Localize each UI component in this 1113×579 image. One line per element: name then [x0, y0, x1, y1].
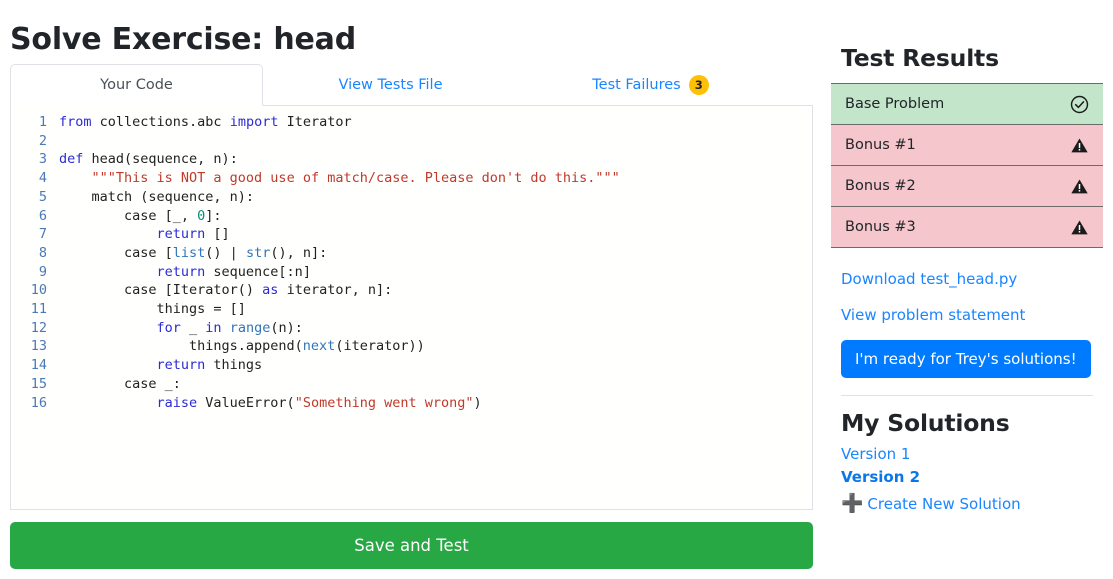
tab-test-failures-label: Test Failures — [592, 76, 681, 93]
code-row: 3 def head(sequence, n): — [11, 150, 812, 169]
code-line: case [list() | str(), n]: — [124, 244, 328, 261]
test-result-row-bonus-2[interactable]: Bonus #2 — [831, 165, 1103, 207]
line-number: 3 — [38, 151, 47, 168]
tab-your-code-label: Your Code — [100, 77, 173, 93]
warning-triangle-icon — [1070, 136, 1089, 155]
code-line: return [] — [156, 226, 230, 243]
results-column: Test Results Base Problem Bonus #1 Bonus… — [831, 44, 1103, 513]
code-line: case [Iterator() as iterator, n]: — [124, 282, 393, 299]
warning-triangle-icon — [1070, 177, 1089, 196]
plus-icon: ➕ — [841, 493, 864, 514]
line-number: 1 — [38, 114, 47, 130]
test-failures-badge: 3 — [688, 74, 709, 95]
line-number: 9 — [38, 263, 47, 280]
code-row: 10 case [Iterator() as iterator, n]: — [11, 281, 812, 300]
code-line: from collections.abc import Iterator — [59, 114, 352, 130]
code-row: 13 things.append(next(iterator)) — [11, 337, 812, 356]
code-line: match (sequence, n): — [91, 188, 255, 205]
trey-solutions-button[interactable]: I'm ready for Trey's solutions! — [841, 340, 1091, 378]
code-line: things = [] — [156, 301, 246, 318]
test-results-heading: Test Results — [841, 44, 999, 72]
code-line: return sequence[:n] — [156, 263, 311, 280]
create-new-solution-link[interactable]: ➕ Create New Solution — [841, 493, 1103, 514]
code-row: 6 case [_, 0]: — [11, 207, 812, 226]
code-line — [57, 132, 812, 151]
code-row: 14 return things — [11, 356, 812, 375]
tab-bar: Your Code View Tests File Test Failures … — [10, 64, 813, 106]
code-line: for _ in range(n): — [156, 319, 303, 336]
line-number: 11 — [30, 301, 47, 318]
line-number: 14 — [30, 357, 47, 374]
code-row: 8 case [list() | str(), n]: — [11, 244, 812, 263]
line-number: 13 — [30, 338, 47, 355]
test-result-label: Base Problem — [845, 96, 945, 112]
line-number: 8 — [38, 244, 47, 261]
code-row: 5 match (sequence, n): — [11, 188, 812, 207]
code-row: 9 return sequence[:n] — [11, 263, 812, 282]
code-row: 4 """This is NOT a good use of match/case… — [11, 169, 812, 188]
tab-view-tests-file[interactable]: View Tests File — [263, 64, 518, 105]
line-number: 12 — [30, 319, 47, 336]
code-editor[interactable]: 1 from collections.abc import Iterator 2 … — [10, 106, 813, 510]
test-result-label: Bonus #2 — [845, 178, 916, 194]
solution-version-2-link[interactable]: Version 2 — [841, 468, 1103, 486]
solve-exercise-page: Solve Exercise: head Your Code View Test… — [0, 0, 1113, 579]
tab-your-code[interactable]: Your Code — [10, 64, 263, 106]
line-number: 6 — [38, 207, 47, 224]
my-solutions-heading: My Solutions — [841, 409, 1010, 437]
code-row: 7 return [] — [11, 225, 812, 244]
code-row: 15 case _: — [11, 375, 812, 394]
test-result-label: Bonus #3 — [845, 219, 916, 235]
code-table: 1 from collections.abc import Iterator 2 … — [11, 113, 812, 412]
line-number: 7 — [38, 226, 47, 243]
check-circle-icon — [1070, 95, 1089, 114]
create-new-solution-label: Create New Solution — [867, 495, 1021, 513]
code-row: 11 things = [] — [11, 300, 812, 319]
code-row: 1 from collections.abc import Iterator — [11, 113, 812, 132]
line-number: 5 — [38, 188, 47, 205]
test-result-label: Bonus #1 — [845, 137, 916, 153]
test-results-list: Base Problem Bonus #1 Bonus #2 Bonus #3 — [831, 83, 1103, 248]
code-line: things.append(next(iterator)) — [189, 338, 425, 355]
code-row: 16 raise ValueError("Something went wrong… — [11, 394, 812, 413]
download-test-file-link[interactable]: Download test_head.py — [841, 270, 1103, 288]
line-number: 4 — [38, 170, 47, 187]
line-number: 16 — [30, 394, 47, 411]
line-number: 10 — [30, 282, 47, 299]
tab-view-tests-file-label: View Tests File — [338, 76, 443, 93]
warning-triangle-icon — [1070, 218, 1089, 237]
solution-version-1-link[interactable]: Version 1 — [841, 445, 1103, 463]
section-divider — [841, 395, 1093, 396]
code-line: case _: — [124, 375, 181, 392]
code-row: 2 — [11, 132, 812, 151]
code-line: case [_, 0]: — [124, 207, 222, 224]
code-line: raise ValueError("Something went wrong") — [156, 394, 482, 411]
tab-test-failures[interactable]: Test Failures 3 — [518, 64, 783, 105]
code-row: 12 for _ in range(n): — [11, 319, 812, 338]
save-and-test-button[interactable]: Save and Test — [10, 522, 813, 569]
code-line: def head(sequence, n): — [59, 151, 238, 168]
view-problem-statement-link[interactable]: View problem statement — [841, 306, 1103, 324]
test-result-row-base-problem[interactable]: Base Problem — [831, 83, 1103, 125]
code-line: return things — [156, 357, 263, 374]
line-number: 15 — [30, 375, 47, 392]
line-number: 2 — [38, 132, 47, 149]
test-result-row-bonus-1[interactable]: Bonus #1 — [831, 124, 1103, 166]
test-result-row-bonus-3[interactable]: Bonus #3 — [831, 206, 1103, 248]
code-line: """This is NOT a good use of match/case.… — [91, 170, 620, 187]
page-title: Solve Exercise: head — [10, 22, 356, 58]
editor-column: Your Code View Tests File Test Failures … — [10, 64, 813, 510]
